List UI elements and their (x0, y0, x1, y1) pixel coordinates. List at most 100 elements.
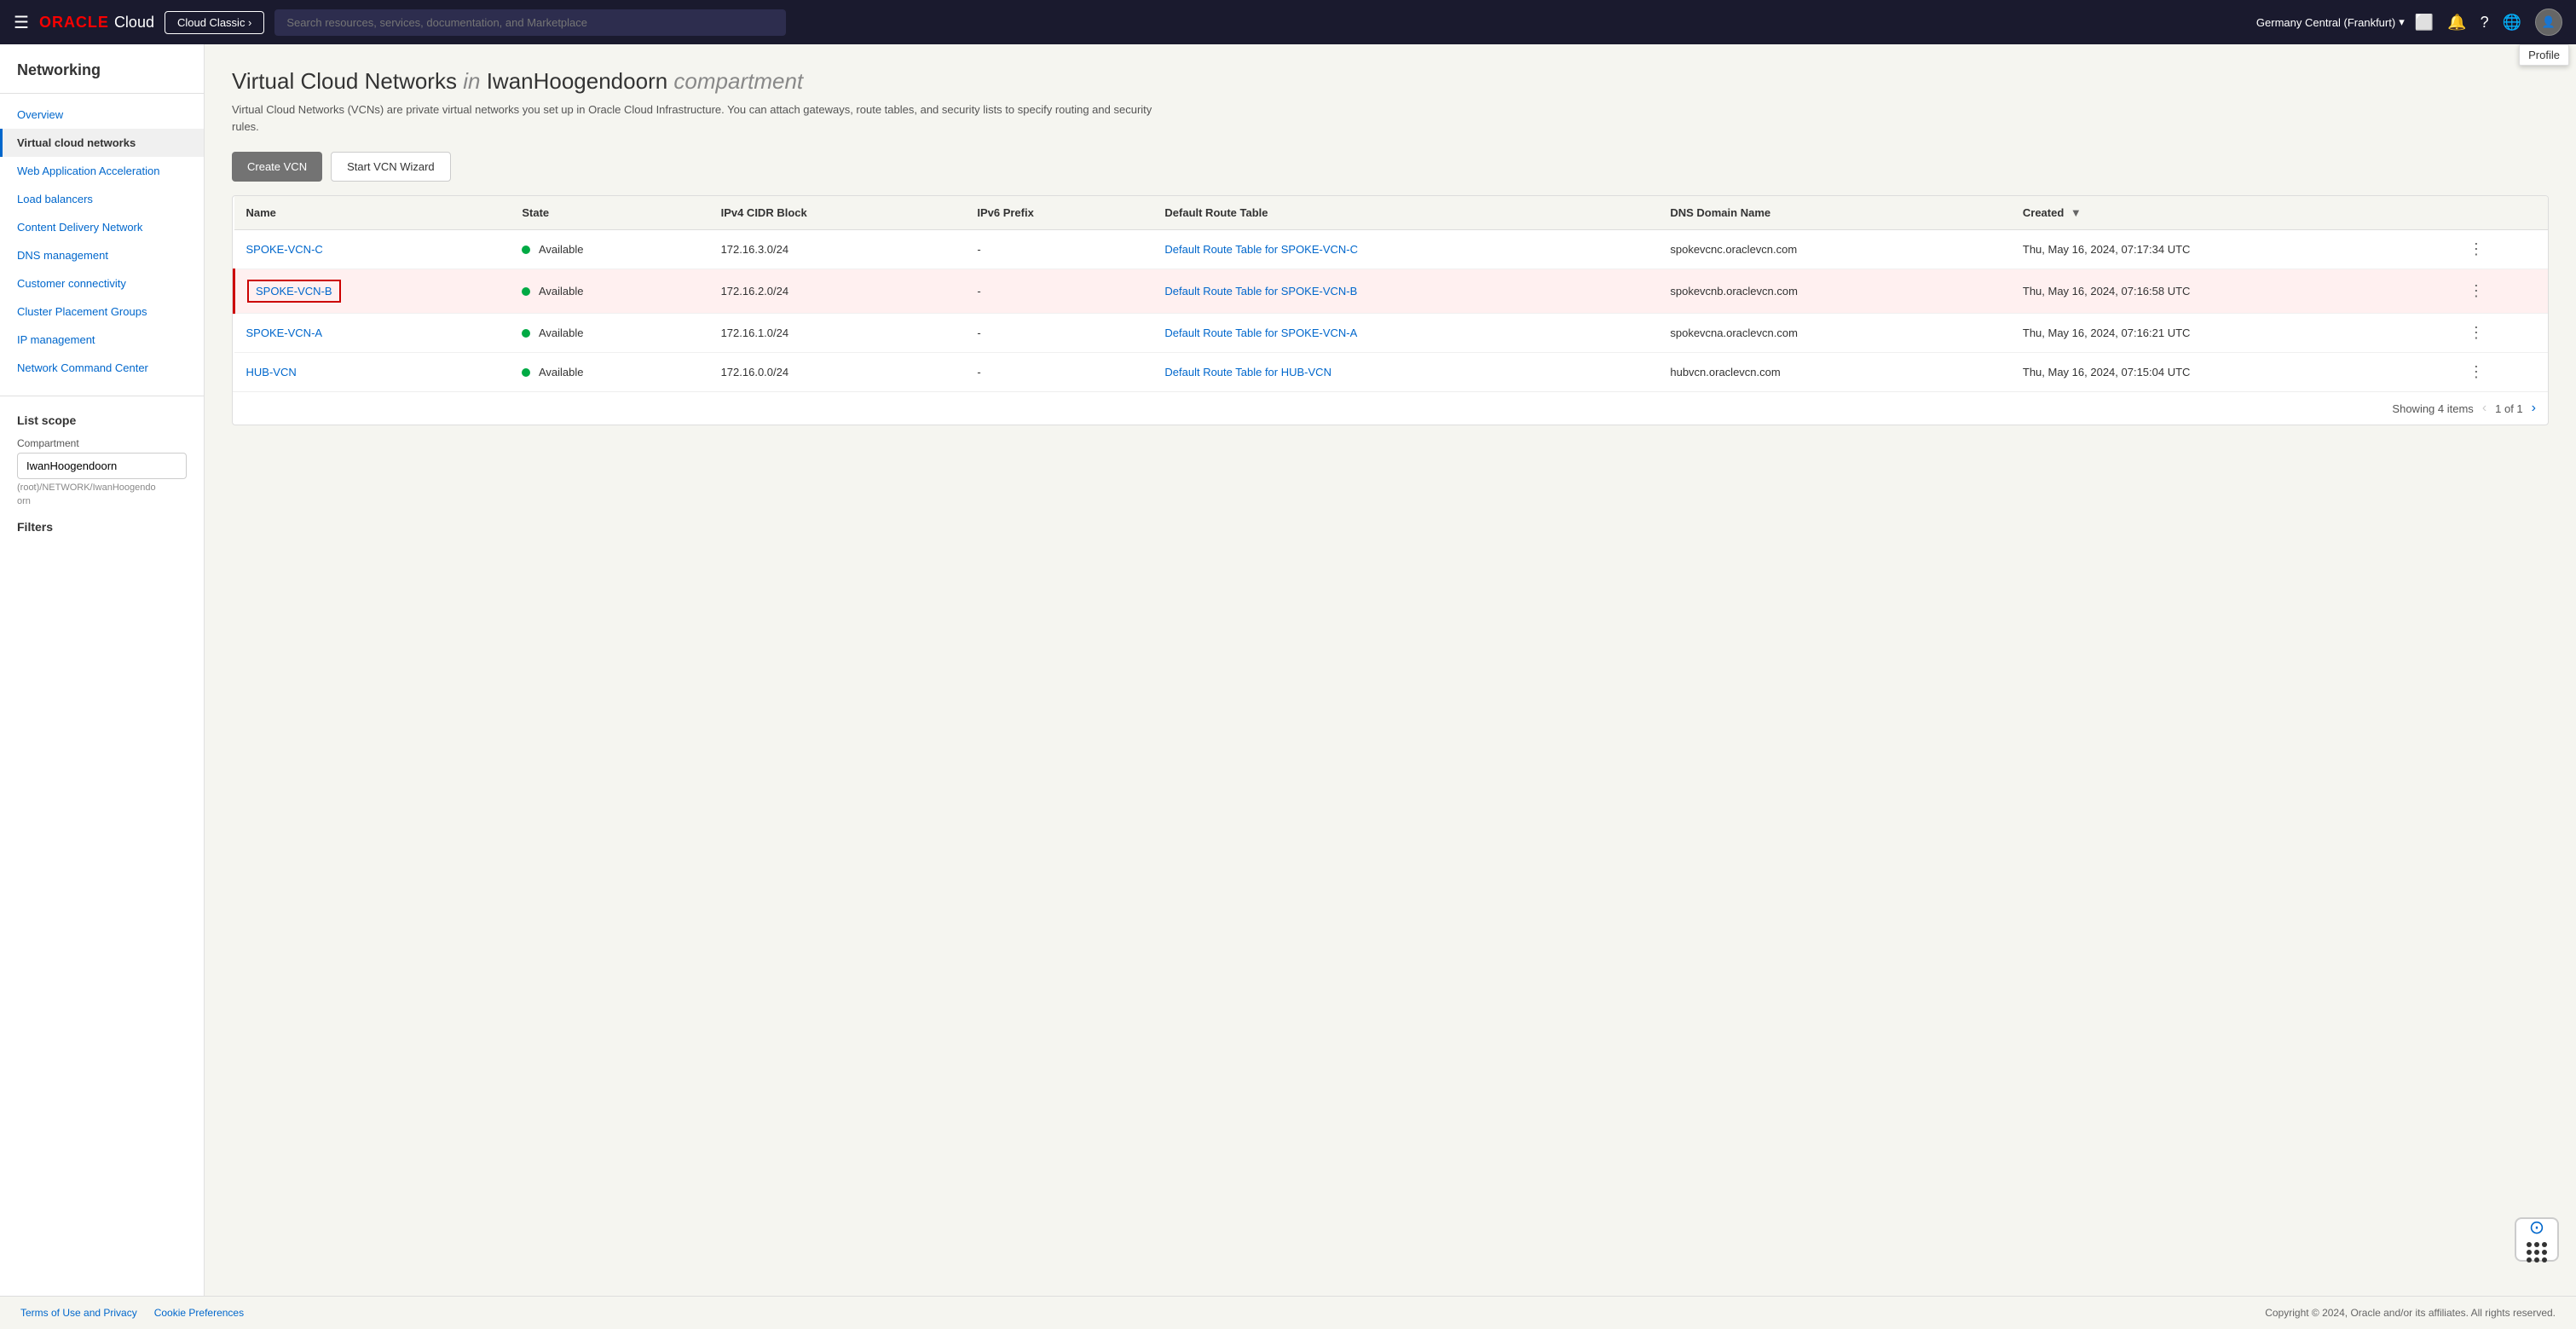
pagination: Showing 4 items ‹ 1 of 1 › (233, 391, 2548, 425)
sidebar-item-network-command-center[interactable]: Network Command Center (0, 354, 204, 382)
status-indicator (522, 329, 530, 338)
status-indicator (522, 287, 530, 296)
compartment-select[interactable]: IwanHoogendoorn (17, 453, 187, 479)
cloud-text: Cloud (114, 14, 154, 32)
vcn-name-link[interactable]: SPOKE-VCN-B (247, 280, 341, 303)
vcn-state-cell: Available (510, 353, 708, 392)
row-actions-menu[interactable]: ⋮ (2469, 324, 2484, 341)
vcn-created-cell: Thu, May 16, 2024, 07:17:34 UTC (2011, 230, 2457, 269)
vcn-name-link[interactable]: SPOKE-VCN-C (246, 243, 323, 256)
start-vcn-wizard-button[interactable]: Start VCN Wizard (331, 152, 451, 182)
sidebar-item-dns-management[interactable]: DNS management (0, 241, 204, 269)
vcn-created-cell: Thu, May 16, 2024, 07:16:21 UTC (2011, 314, 2457, 353)
hamburger-icon[interactable]: ☰ (14, 12, 29, 33)
col-state: State (510, 196, 708, 230)
page-description: Virtual Cloud Networks (VCNs) are privat… (232, 101, 1170, 135)
vcn-ipv4-cell: 172.16.0.0/24 (709, 353, 966, 392)
sidebar-item-ip-management[interactable]: IP management (0, 326, 204, 354)
sidebar-item-cluster-placement-groups[interactable]: Cluster Placement Groups (0, 298, 204, 326)
footer: Terms of Use and Privacy Cookie Preferen… (0, 1296, 2576, 1329)
prev-page-button[interactable]: ‹ (2482, 401, 2486, 416)
layout: Networking Overview Virtual cloud networ… (0, 44, 2576, 1296)
profile-tooltip: Profile (2519, 44, 2569, 66)
vcn-ipv6-cell: - (965, 269, 1152, 314)
route-table-link[interactable]: Default Route Table for SPOKE-VCN-A (1164, 326, 1357, 339)
help-button[interactable]: ⊙ (2515, 1217, 2559, 1262)
region-selector[interactable]: Germany Central (Frankfurt) ▾ (2256, 15, 2405, 29)
vcn-menu-cell: ⋮ (2457, 353, 2548, 392)
footer-links: Terms of Use and Privacy Cookie Preferen… (20, 1307, 244, 1319)
next-page-button[interactable]: › (2532, 401, 2536, 416)
vcn-table-container: Name State IPv4 CIDR Block IPv6 Prefix D… (232, 195, 2549, 425)
col-name: Name (234, 196, 511, 230)
avatar[interactable]: 👤 (2535, 9, 2562, 36)
sidebar-item-customer-connectivity[interactable]: Customer connectivity (0, 269, 204, 298)
vcn-ipv6-cell: - (965, 230, 1152, 269)
sort-icon: ▼ (2071, 206, 2082, 219)
vcn-route-table-cell: Default Route Table for SPOKE-VCN-C (1152, 230, 1658, 269)
vcn-created-cell: Thu, May 16, 2024, 07:15:04 UTC (2011, 353, 2457, 392)
cookie-link[interactable]: Cookie Preferences (154, 1307, 244, 1319)
toolbar: Create VCN Start VCN Wizard (232, 152, 2549, 182)
top-nav: ☰ ORACLE Cloud Cloud Classic › Germany C… (0, 0, 2576, 44)
status-indicator (522, 368, 530, 377)
table-row: SPOKE-VCN-C Available 172.16.3.0/24 - De… (234, 230, 2549, 269)
route-table-link[interactable]: Default Route Table for SPOKE-VCN-B (1164, 285, 1357, 298)
vcn-state-cell: Available (510, 230, 708, 269)
table-row: SPOKE-VCN-A Available 172.16.1.0/24 - De… (234, 314, 2549, 353)
sidebar-item-load-balancers[interactable]: Load balancers (0, 185, 204, 213)
vcn-name-link[interactable]: SPOKE-VCN-A (246, 326, 323, 339)
sidebar-item-content-delivery-network[interactable]: Content Delivery Network (0, 213, 204, 241)
sidebar-item-web-application-acceleration[interactable]: Web Application Acceleration (0, 157, 204, 185)
compartment-path2: orn (17, 496, 187, 506)
vcn-dns-cell: spokevcnc.oraclevcn.com (1658, 230, 2011, 269)
cloud-classic-button[interactable]: Cloud Classic › (165, 11, 264, 34)
terms-link[interactable]: Terms of Use and Privacy (20, 1307, 137, 1319)
help-icon[interactable]: ? (2481, 14, 2489, 32)
sidebar-item-overview[interactable]: Overview (0, 101, 204, 129)
filters-label: Filters (17, 520, 187, 534)
terminal-icon[interactable]: ⬜ (2415, 14, 2434, 32)
vcn-menu-cell: ⋮ (2457, 314, 2548, 353)
row-actions-menu[interactable]: ⋮ (2469, 363, 2484, 380)
vcn-menu-cell: ⋮ (2457, 269, 2548, 314)
vcn-dns-cell: spokevcnb.oraclevcn.com (1658, 269, 2011, 314)
vcn-name-cell: SPOKE-VCN-C (234, 230, 511, 269)
compartment-label: Compartment (17, 437, 187, 449)
page-title: Virtual Cloud Networks in IwanHoogendoor… (232, 68, 2549, 95)
status-text: Available (539, 327, 584, 340)
vcn-table: Name State IPv4 CIDR Block IPv6 Prefix D… (233, 196, 2548, 391)
list-scope: List scope Compartment IwanHoogendoorn (… (0, 396, 204, 551)
vcn-state-cell: Available (510, 269, 708, 314)
list-scope-title: List scope (17, 413, 187, 427)
col-created[interactable]: Created ▼ (2011, 196, 2457, 230)
route-table-link[interactable]: Default Route Table for HUB-VCN (1164, 366, 1331, 378)
bell-icon[interactable]: 🔔 (2447, 14, 2466, 32)
vcn-name-cell: SPOKE-VCN-A (234, 314, 511, 353)
table-row: HUB-VCN Available 172.16.0.0/24 - Defaul… (234, 353, 2549, 392)
apps-grid-icon (2527, 1242, 2547, 1263)
row-actions-menu[interactable]: ⋮ (2469, 282, 2484, 299)
globe-icon[interactable]: 🌐 (2503, 14, 2521, 32)
vcn-route-table-cell: Default Route Table for SPOKE-VCN-B (1152, 269, 1658, 314)
vcn-name-link[interactable]: HUB-VCN (246, 366, 297, 378)
col-dns: DNS Domain Name (1658, 196, 2011, 230)
vcn-ipv4-cell: 172.16.2.0/24 (709, 269, 966, 314)
oracle-logo: ORACLE Cloud (39, 14, 154, 32)
vcn-created-cell: Thu, May 16, 2024, 07:16:58 UTC (2011, 269, 2457, 314)
col-ipv4: IPv4 CIDR Block (709, 196, 966, 230)
search-input[interactable] (274, 9, 786, 36)
create-vcn-button[interactable]: Create VCN (232, 152, 322, 182)
copyright-text: Copyright © 2024, Oracle and/or its affi… (2265, 1307, 2556, 1319)
status-text: Available (539, 244, 584, 257)
sidebar-item-virtual-cloud-networks[interactable]: Virtual cloud networks (0, 129, 204, 157)
col-route-table: Default Route Table (1152, 196, 1658, 230)
vcn-ipv4-cell: 172.16.1.0/24 (709, 314, 966, 353)
vcn-ipv6-cell: - (965, 353, 1152, 392)
vcn-route-table-cell: Default Route Table for SPOKE-VCN-A (1152, 314, 1658, 353)
col-ipv6: IPv6 Prefix (965, 196, 1152, 230)
row-actions-menu[interactable]: ⋮ (2469, 240, 2484, 257)
route-table-link[interactable]: Default Route Table for SPOKE-VCN-C (1164, 243, 1358, 256)
region-label: Germany Central (Frankfurt) (2256, 16, 2395, 29)
vcn-ipv6-cell: - (965, 314, 1152, 353)
